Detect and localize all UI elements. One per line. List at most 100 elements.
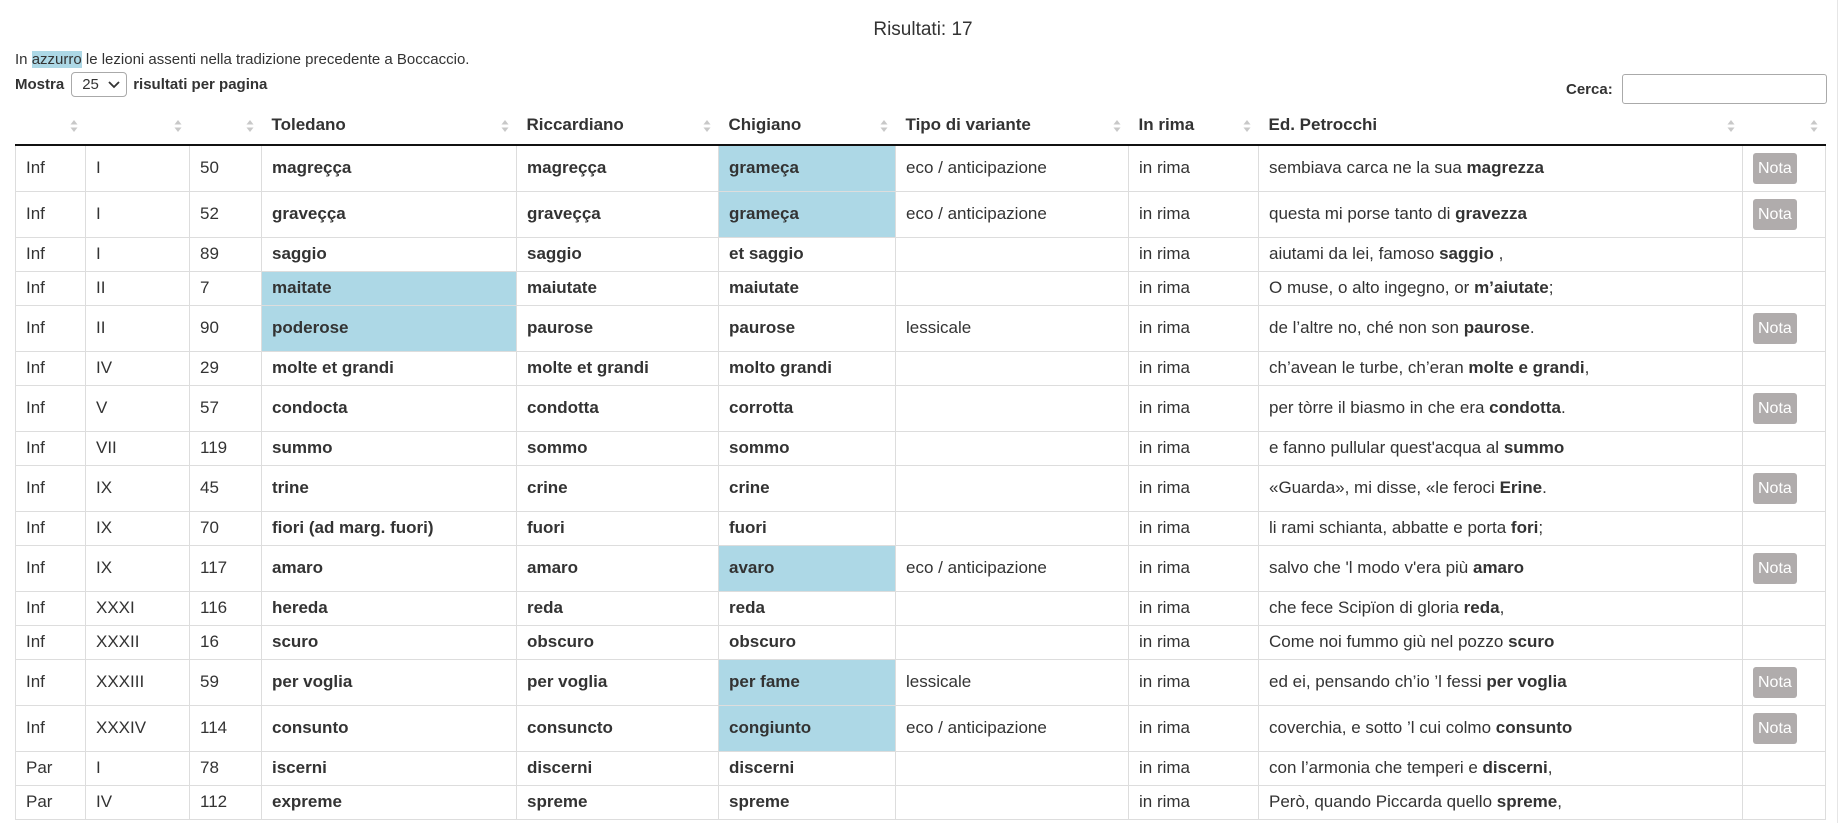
cell-verso: 50 xyxy=(189,145,262,192)
petrocchi-keyword: condotta xyxy=(1489,398,1561,417)
table-row: Inf I 89 saggio saggio et saggio in rima aiutam… xyxy=(15,237,1826,272)
nota-button[interactable]: Nota xyxy=(1753,712,1797,744)
column-header-5[interactable]: Chigiano xyxy=(718,106,896,146)
highlight-legend: In azzurro le lezioni assenti nella trad… xyxy=(15,51,469,68)
petrocchi-text: Però, quando Piccarda quello xyxy=(1269,792,1497,811)
cell-tipo-variante: eco / anticipazione xyxy=(895,191,1129,238)
nota-button[interactable]: Nota xyxy=(1753,472,1797,504)
cell-riccardiano: magreçça xyxy=(516,145,719,192)
cell-chigiano: reda xyxy=(718,591,896,626)
page-length-control: Mostra 25 risultati per pagina xyxy=(15,72,267,97)
page-length-select[interactable]: 25 xyxy=(71,72,128,97)
cell-in-rima: in rima xyxy=(1128,271,1259,306)
cell-riccardiano: fuori xyxy=(516,511,719,546)
column-header-9[interactable] xyxy=(1742,106,1826,146)
column-header-6[interactable]: Tipo di variante xyxy=(895,106,1129,146)
cell-tipo-variante xyxy=(895,785,1129,820)
cell-chigiano: grameça xyxy=(718,191,896,238)
nota-button[interactable]: Nota xyxy=(1753,152,1797,184)
petrocchi-keyword: Erine xyxy=(1499,478,1543,497)
petrocchi-text: . xyxy=(1529,318,1535,337)
cell-nota xyxy=(1742,751,1826,786)
table-row: Inf IV 29 molte et grandi molte et grandi mol… xyxy=(15,351,1826,386)
cell-canto: XXXIV xyxy=(85,705,190,752)
column-header-label: Toledano xyxy=(271,115,346,134)
cell-cantica: Inf xyxy=(15,431,86,466)
cell-toledano: hereda xyxy=(261,591,517,626)
cell-toledano: summo xyxy=(261,431,517,466)
column-header-0[interactable] xyxy=(15,106,86,146)
cell-verso: 29 xyxy=(189,351,262,386)
cell-verso: 89 xyxy=(189,237,262,272)
cell-verso: 52 xyxy=(189,191,262,238)
cell-petrocchi: li rami schianta, abbatte e porta fori; xyxy=(1258,511,1743,546)
petrocchi-text: ; xyxy=(1548,278,1554,297)
cell-in-rima: in rima xyxy=(1128,305,1259,352)
petrocchi-text: ; xyxy=(1538,518,1544,537)
nota-button[interactable]: Nota xyxy=(1753,198,1797,230)
cell-toledano: magreçça xyxy=(261,145,517,192)
cell-nota: Nota xyxy=(1742,145,1826,192)
cell-cantica: Inf xyxy=(15,465,86,512)
cell-tipo-variante: lessicale xyxy=(895,659,1129,706)
column-header-4[interactable]: Riccardiano xyxy=(516,106,719,146)
sort-icon xyxy=(174,120,181,132)
cell-tipo-variante: eco / anticipazione xyxy=(895,145,1129,192)
cell-nota xyxy=(1742,271,1826,306)
cell-verso: 45 xyxy=(189,465,262,512)
column-header-1[interactable] xyxy=(85,106,190,146)
cell-nota: Nota xyxy=(1742,465,1826,512)
column-header-3[interactable]: Toledano xyxy=(261,106,517,146)
nota-button[interactable]: Nota xyxy=(1753,552,1797,584)
cell-in-rima: in rima xyxy=(1128,591,1259,626)
column-header-7[interactable]: In rima xyxy=(1128,106,1259,146)
cell-riccardiano: graveçça xyxy=(516,191,719,238)
cell-petrocchi: de l’altre no, ché non son paurose. xyxy=(1258,305,1743,352)
table-row: Inf XXXIII 59 per voglia per voglia per fame l… xyxy=(15,659,1826,706)
cell-verso: 70 xyxy=(189,511,262,546)
nota-button[interactable]: Nota xyxy=(1753,392,1797,424)
cell-toledano: amaro xyxy=(261,545,517,592)
cell-tipo-variante xyxy=(895,465,1129,512)
cell-petrocchi: «Guarda», mi disse, «le feroci Erine. xyxy=(1258,465,1743,512)
cell-tipo-variante xyxy=(895,237,1129,272)
cell-canto: XXXII xyxy=(85,625,190,660)
cell-nota: Nota xyxy=(1742,305,1826,352)
cell-in-rima: in rima xyxy=(1128,431,1259,466)
cell-chigiano: obscuro xyxy=(718,625,896,660)
nota-button[interactable]: Nota xyxy=(1753,666,1797,698)
petrocchi-text: salvo che 'l modo v'era più xyxy=(1269,558,1473,577)
table-row: Inf XXXI 116 hereda reda reda in rima che fece … xyxy=(15,591,1826,626)
cell-toledano: condocta xyxy=(261,385,517,432)
table-row: Inf I 50 magreçça magreçça grameça eco / antic… xyxy=(15,145,1826,192)
column-header-label: Ed. Petrocchi xyxy=(1268,115,1378,134)
cell-cantica: Inf xyxy=(15,659,86,706)
table-row: Inf XXXII 16 scuro obscuro obscuro in rima Come… xyxy=(15,625,1826,660)
column-header-label: Tipo di variante xyxy=(905,115,1031,134)
cell-nota: Nota xyxy=(1742,659,1826,706)
cell-toledano: fiori (ad marg. fuori) xyxy=(261,511,517,546)
cell-in-rima: in rima xyxy=(1128,625,1259,660)
cell-tipo-variante xyxy=(895,751,1129,786)
sort-icon xyxy=(1727,120,1734,132)
cell-cantica: Inf xyxy=(15,351,86,386)
column-header-2[interactable] xyxy=(189,106,262,146)
sort-icon xyxy=(246,120,253,132)
table-body: Inf I 50 magreçça magreçça grameça eco / antic… xyxy=(15,145,1826,820)
nota-button[interactable]: Nota xyxy=(1753,312,1797,344)
column-header-label: Chigiano xyxy=(728,115,802,134)
search-input[interactable] xyxy=(1621,74,1827,104)
page-scrollbar[interactable] xyxy=(1830,0,1846,823)
cell-riccardiano: sommo xyxy=(516,431,719,466)
petrocchi-keyword: consunto xyxy=(1495,718,1573,737)
cell-in-rima: in rima xyxy=(1128,545,1259,592)
cell-canto: I xyxy=(85,237,190,272)
cell-verso: 116 xyxy=(189,591,262,626)
cell-in-rima: in rima xyxy=(1128,191,1259,238)
cell-petrocchi: per tòrre il biasmo in che era condotta. xyxy=(1258,385,1743,432)
table-row: Inf XXXIV 114 consunto consuncto congiunto eco… xyxy=(15,705,1826,752)
column-header-8[interactable]: Ed. Petrocchi xyxy=(1258,106,1743,146)
table-row: Inf IX 117 amaro amaro avaro eco / anticipazio… xyxy=(15,545,1826,592)
cell-chigiano: congiunto xyxy=(718,705,896,752)
cell-verso: 57 xyxy=(189,385,262,432)
